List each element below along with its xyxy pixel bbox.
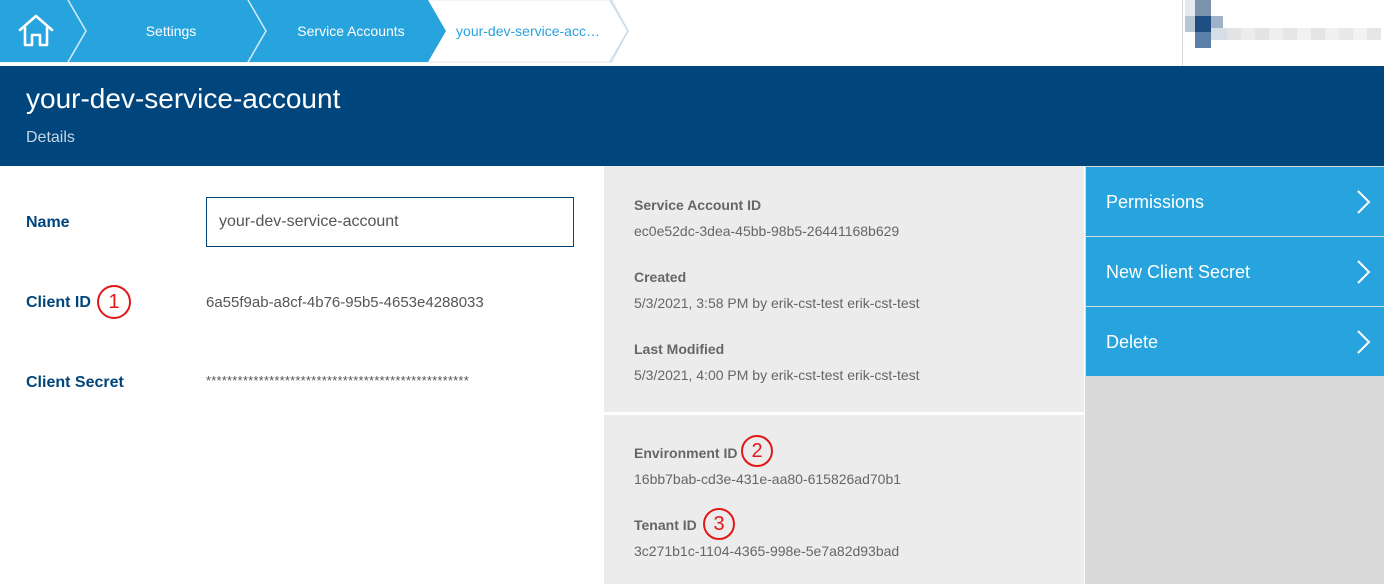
breadcrumb-bar: Settings Service Accounts your-dev-servi… — [0, 0, 1384, 66]
details-form: Name Client ID 1 6a55f9ab-a8cf-4b76-95b5… — [0, 166, 604, 584]
user-avatar[interactable] — [1182, 0, 1384, 66]
breadcrumb-settings[interactable]: Settings — [86, 0, 256, 62]
info-panel: Service Account ID ec0e52dc-3dea-45bb-98… — [604, 166, 1084, 584]
avatar-image — [1185, 0, 1381, 48]
home-icon — [18, 14, 54, 47]
environment-id-label: Environment ID — [634, 445, 738, 461]
page-subtitle: Details — [26, 129, 75, 146]
new-client-secret-label: New Client Secret — [1106, 262, 1251, 282]
tenant-id-label: Tenant ID — [634, 517, 697, 533]
annotation-2: 2 — [741, 435, 773, 467]
client-id-value: 6a55f9ab-a8cf-4b76-95b5-4653e4288033 — [206, 294, 484, 311]
client-secret-label: Client Secret — [26, 374, 124, 391]
delete-button[interactable]: Delete — [1086, 307, 1384, 376]
new-client-secret-button[interactable]: New Client Secret — [1086, 237, 1384, 306]
delete-label: Delete — [1106, 332, 1159, 352]
chevron-right-icon — [1357, 260, 1371, 284]
page-title: your-dev-service-account — [26, 83, 341, 114]
actions-panel: Permissions New Client Secret Delete — [1084, 166, 1384, 584]
annotation-1: 1 — [97, 285, 131, 319]
tenant-id-value: 3c271b1c-1104-4365-998e-5e7a82d93bad — [634, 543, 900, 559]
permissions-button[interactable]: Permissions — [1086, 167, 1384, 236]
last-modified-label: Last Modified — [634, 341, 725, 357]
client-id-label: Client ID — [26, 294, 91, 311]
last-modified-value: 5/3/2021, 4:00 PM by erik-cst-test erik-… — [634, 367, 920, 383]
breadcrumb-current: your-dev-service-acc… — [456, 23, 600, 39]
info-divider — [604, 412, 1084, 415]
client-secret-value: ****************************************… — [206, 373, 469, 388]
service-account-id-label: Service Account ID — [634, 197, 762, 213]
home-button[interactable] — [0, 0, 72, 62]
service-account-id-value: ec0e52dc-3dea-45bb-98b5-26441168b629 — [634, 223, 900, 239]
created-label: Created — [634, 269, 687, 285]
permissions-label: Permissions — [1106, 192, 1205, 212]
environment-id-value: 16bb7bab-cd3e-431e-aa80-615826ad70b1 — [634, 471, 902, 487]
annotation-3: 3 — [703, 508, 735, 540]
chevron-right-icon — [1357, 330, 1371, 354]
created-value: 5/3/2021, 3:58 PM by erik-cst-test erik-… — [634, 295, 920, 311]
name-input[interactable] — [206, 197, 574, 247]
page-header: your-dev-service-account Details — [0, 66, 1384, 166]
name-label: Name — [26, 214, 70, 231]
breadcrumb-service-accounts[interactable]: Service Accounts — [266, 0, 436, 62]
chevron-right-icon — [1357, 190, 1371, 214]
